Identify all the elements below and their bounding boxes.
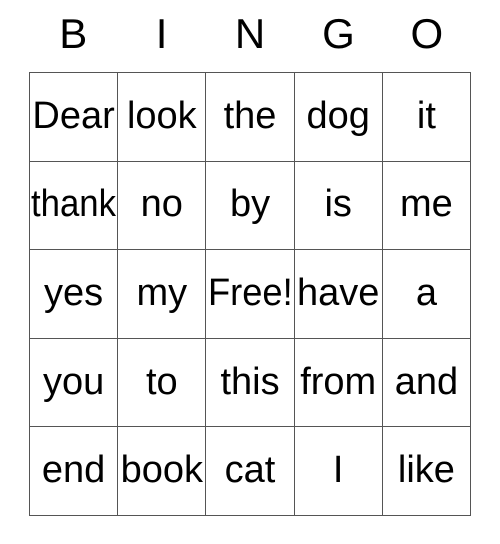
bingo-cell-label: is	[324, 183, 352, 226]
bingo-header-row: B I N G O	[29, 0, 471, 72]
bingo-row: yes my Free! have a	[30, 250, 472, 339]
bingo-header-b: B	[29, 0, 117, 72]
bingo-cell-label: Free!	[207, 272, 293, 315]
bingo-cell-label: thank	[31, 183, 117, 226]
bingo-header-letter: I	[155, 10, 168, 57]
bingo-cell[interactable]: no	[118, 161, 207, 251]
bingo-cell-label: me	[400, 183, 453, 226]
bingo-cell-label: cat	[224, 449, 276, 492]
bingo-cell[interactable]: and	[382, 338, 472, 428]
bingo-cell[interactable]: have	[294, 250, 383, 339]
bingo-cell[interactable]: this	[206, 338, 295, 428]
bingo-card: B I N G O Dear look the dog it thank no …	[29, 0, 472, 516]
bingo-cell-label: end	[41, 449, 106, 492]
bingo-header-g: G	[294, 0, 382, 72]
bingo-cell[interactable]: end	[30, 427, 119, 516]
bingo-cell[interactable]: me	[382, 161, 472, 251]
bingo-cell-label: yes	[44, 272, 104, 315]
bingo-cell[interactable]: to	[118, 338, 207, 428]
bingo-row: you to this from and	[30, 338, 472, 428]
bingo-cell-label: like	[397, 449, 455, 492]
bingo-row: Dear look the dog it	[30, 73, 472, 162]
bingo-header-i: I	[117, 0, 205, 72]
bingo-cell[interactable]: a	[382, 250, 472, 339]
bingo-cell-label: from	[300, 360, 377, 403]
bingo-cell-label: a	[415, 272, 437, 315]
bingo-row: end book cat I like	[30, 427, 472, 516]
bingo-header-letter: G	[322, 10, 355, 57]
bingo-cell[interactable]: from	[294, 338, 383, 428]
bingo-cell-label: look	[126, 94, 197, 137]
bingo-cell-label: it	[416, 94, 436, 137]
bingo-cell[interactable]: you	[30, 338, 119, 428]
bingo-cell[interactable]: cat	[206, 427, 295, 516]
bingo-cell[interactable]: like	[382, 427, 472, 516]
bingo-cell[interactable]: my	[118, 250, 207, 339]
bingo-header-letter: B	[59, 10, 88, 57]
bingo-cell-label: book	[120, 449, 203, 492]
bingo-cell[interactable]: Dear	[30, 73, 119, 162]
bingo-cell[interactable]: is	[294, 161, 383, 251]
bingo-header-letter: O	[410, 10, 444, 57]
bingo-cell[interactable]: dog	[294, 73, 383, 162]
bingo-cell-label: you	[42, 360, 105, 403]
bingo-cell[interactable]: by	[206, 161, 295, 251]
bingo-header-letter: N	[234, 10, 266, 57]
bingo-cell-label: I	[332, 449, 344, 492]
bingo-header-n: N	[206, 0, 294, 72]
bingo-cell[interactable]: thank	[30, 161, 119, 251]
bingo-cell-label: and	[394, 360, 459, 403]
bingo-cell[interactable]: the	[206, 73, 295, 162]
bingo-cell-label: to	[145, 360, 178, 403]
bingo-cell-free-space[interactable]: Free!	[206, 250, 295, 339]
bingo-cell-label: dog	[306, 94, 370, 137]
bingo-cell-label: Dear	[32, 94, 115, 137]
bingo-header-o: O	[383, 0, 471, 72]
bingo-cell-label: have	[297, 272, 380, 315]
bingo-cell[interactable]: it	[382, 73, 472, 162]
bingo-cell[interactable]: I	[294, 427, 383, 516]
bingo-cell-label: the	[223, 94, 277, 137]
bingo-cell-label: by	[229, 183, 271, 226]
bingo-cell[interactable]: book	[118, 427, 207, 516]
bingo-grid: Dear look the dog it thank no by is me y…	[29, 72, 472, 516]
bingo-cell[interactable]: yes	[30, 250, 119, 339]
bingo-cell-label: this	[220, 360, 280, 403]
bingo-cell[interactable]: look	[118, 73, 207, 162]
bingo-cell-label: no	[140, 183, 183, 226]
bingo-cell-label: my	[136, 272, 188, 315]
bingo-row: thank no by is me	[30, 161, 472, 251]
